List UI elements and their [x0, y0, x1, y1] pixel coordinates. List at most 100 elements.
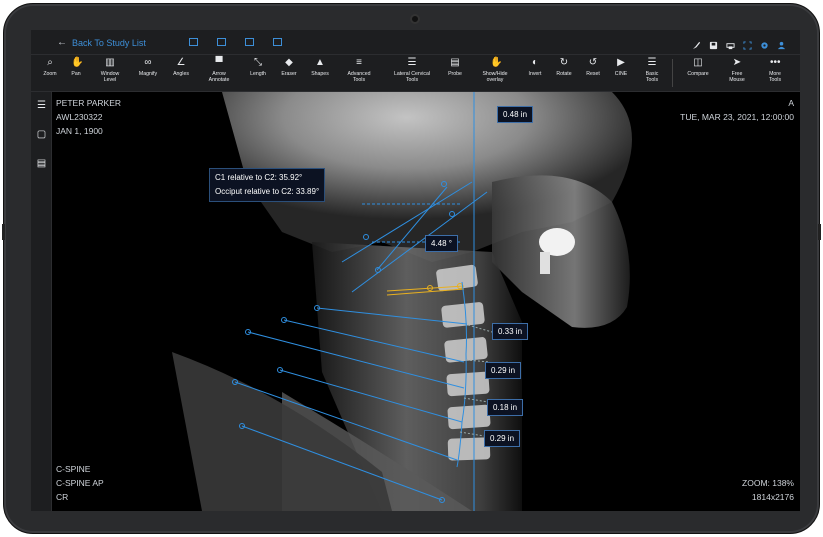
implant-post: [540, 252, 550, 274]
square-icon[interactable]: ▢: [36, 129, 47, 140]
tool-label: Free Mouse: [729, 71, 745, 83]
image-dimensions: 1814x2176: [751, 492, 794, 502]
layout-1x1-icon[interactable]: [189, 38, 198, 46]
user-icon[interactable]: [777, 37, 786, 50]
toolbar-divider: [672, 59, 673, 87]
modality: CR: [56, 492, 69, 502]
arrow-annotate-tool[interactable]: ▀ Arrow Annotate: [199, 57, 239, 84]
app-screen: ← Back To Study List ⌕ Zoom ✋ Pan ▥ Wind…: [31, 30, 800, 511]
back-label: Back To Study List: [72, 37, 146, 48]
tool-label: Lateral Cervical Tools: [393, 71, 431, 83]
patient-id: AWL230322: [56, 112, 103, 122]
angle-icon: ∠: [176, 57, 186, 68]
window-level-icon: ▥: [105, 57, 115, 68]
layout-1x2-icon[interactable]: [217, 38, 226, 46]
save-icon[interactable]: [709, 37, 718, 50]
orientation-marker: A: [788, 98, 794, 108]
document-icon[interactable]: ▤: [36, 158, 47, 169]
compare-tool[interactable]: ◫ Compare: [678, 57, 718, 78]
length-icon: ⤡: [254, 57, 262, 68]
layout-2x1-icon[interactable]: [245, 38, 254, 46]
invert-icon: ◐: [531, 57, 539, 68]
distance-label-4[interactable]: 0.29 in: [484, 430, 521, 447]
back-to-study-list-link[interactable]: ← Back To Study List: [57, 37, 146, 48]
back-arrow-icon: ←: [57, 37, 67, 48]
eraser-icon: ◆: [285, 57, 293, 68]
hand-icon: ✋: [71, 57, 84, 68]
search-icon: ⌕: [47, 57, 53, 68]
left-sidebar: ☰ ▢ ▤: [31, 92, 52, 511]
probe-icon: ▤: [450, 57, 460, 68]
series-description: C-SPINE AP: [56, 478, 104, 488]
list-icon: ☰: [407, 57, 417, 68]
basic-tools[interactable]: ☰ Basic Tools: [632, 57, 672, 84]
tool-label: Show/Hide overlay: [482, 71, 508, 83]
basic-tools-icon: ☰: [647, 57, 657, 68]
shapes-icon: ▲: [315, 57, 325, 68]
tool-label: Eraser: [281, 71, 297, 77]
cervical-angle-label[interactable]: C1 relative to C2: 35.92° Occiput relati…: [209, 168, 326, 202]
window-level-tool[interactable]: ▥ Window Level: [90, 57, 130, 84]
menu-icon: ≡: [356, 57, 362, 68]
tablet-frame: ← Back To Study List ⌕ Zoom ✋ Pan ▥ Wind…: [2, 3, 821, 534]
distance-label-1[interactable]: 0.33 in: [492, 323, 529, 340]
header-actions: [692, 37, 786, 50]
toolbar: ⌕ Zoom ✋ Pan ▥ Window Level ∞ Magnify ∠ Angle…: [31, 55, 800, 92]
small-angle-label[interactable]: 4.48 °: [425, 235, 458, 252]
top-bar: ← Back To Study List: [31, 30, 800, 55]
tool-label: Arrow Annotate: [208, 71, 230, 83]
print-icon[interactable]: [726, 37, 735, 50]
layout-2x2-icon[interactable]: [273, 38, 282, 46]
side-button-right: [818, 224, 821, 240]
patient-name: PETER PARKER: [56, 98, 122, 108]
tool-label: Compare: [687, 71, 709, 77]
zoom-level: ZOOM: 138%: [742, 478, 794, 488]
tool-label: Reset: [586, 71, 600, 77]
side-button-left: [2, 224, 5, 240]
tool-label: Invert: [528, 71, 542, 77]
brush-icon[interactable]: [692, 37, 701, 50]
dental-implant: [539, 228, 575, 256]
occiput-c2-angle-text: Occiput relative to C2: 33.89°: [215, 187, 320, 196]
fullscreen-icon[interactable]: [743, 37, 752, 50]
rotate-icon: ↻: [559, 57, 569, 68]
annotate-icon: ▀: [215, 57, 223, 68]
camera-icon: [410, 14, 420, 24]
tool-label: Pan: [71, 71, 81, 77]
distance-label-2[interactable]: 0.29 in: [485, 362, 522, 379]
cine-icon: ▶: [617, 57, 625, 68]
reset-icon: ↺: [588, 57, 598, 68]
series-name: C-SPINE: [56, 464, 91, 474]
settings-icon[interactable]: [760, 37, 769, 49]
advanced-tools[interactable]: ≡ Advanced Tools: [339, 57, 379, 84]
tool-label: Length: [250, 71, 266, 77]
cursor-icon: ➤: [732, 57, 742, 68]
overlay-icon: ✋: [490, 57, 503, 68]
tool-label: Basic Tools: [645, 71, 659, 83]
tool-label: Magnify: [138, 71, 158, 77]
tool-label: More Tools: [768, 71, 782, 83]
tool-label: Advanced Tools: [347, 71, 371, 83]
show-hide-overlay-tool[interactable]: ✋ Show/Hide overlay: [475, 57, 515, 84]
xray-canvas[interactable]: [52, 92, 800, 511]
tool-label: Window Level: [100, 71, 120, 83]
shapes-tool[interactable]: ▲ Shapes: [300, 57, 340, 78]
free-mouse-tool[interactable]: ➤ Free Mouse: [717, 57, 757, 84]
top-distance-label[interactable]: 0.48 in: [497, 106, 534, 123]
hamburger-icon[interactable]: ☰: [36, 100, 47, 111]
probe-tool[interactable]: ▤ Probe: [435, 57, 475, 78]
angles-tool[interactable]: ∠ Angles: [161, 57, 201, 78]
tool-label: Zoom: [43, 71, 57, 77]
lateral-cervical-tools[interactable]: ☰ Lateral Cervical Tools: [392, 57, 432, 84]
tool-label: CINE: [614, 71, 628, 77]
tool-label: Angles: [173, 71, 189, 77]
more-icon: •••: [770, 57, 781, 68]
tool-label: Rotate: [556, 71, 572, 77]
more-tools[interactable]: ••• More Tools: [755, 57, 795, 84]
patient-dob: JAN 1, 1900: [56, 126, 103, 136]
image-viewport[interactable]: PETER PARKER AWL230322 JAN 1, 1900 A TUE…: [52, 92, 800, 511]
c1-c2-angle-text: C1 relative to C2: 35.92°: [215, 173, 303, 182]
distance-label-3[interactable]: 0.18 in: [487, 399, 524, 416]
compare-icon: ◫: [693, 57, 703, 68]
layout-selector: [189, 38, 282, 46]
